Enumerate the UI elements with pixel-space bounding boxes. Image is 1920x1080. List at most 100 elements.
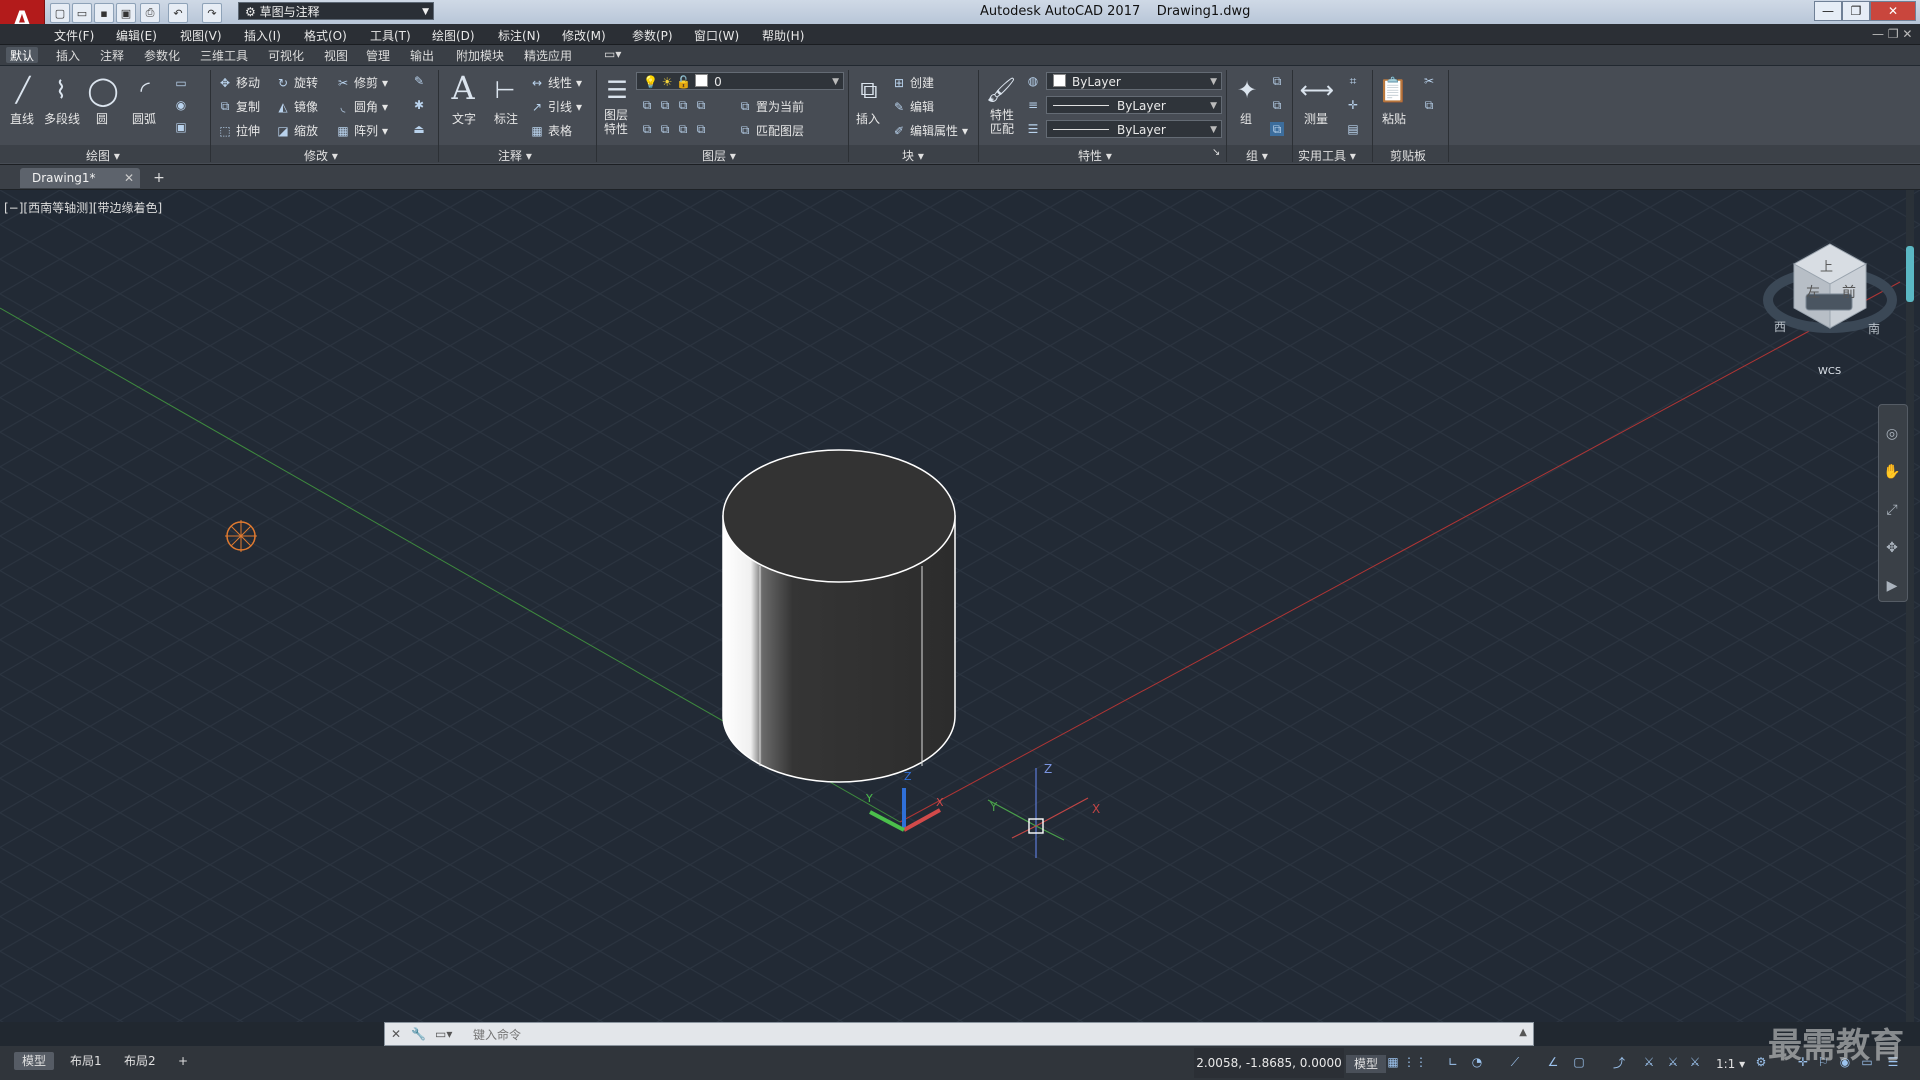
polar-icon[interactable]: ◔ (1468, 1053, 1486, 1071)
table-button[interactable]: ▦ 表格 (530, 122, 572, 139)
linetype-dropdown[interactable]: ByLayer ▼ (1046, 96, 1222, 114)
properties-launcher-icon[interactable]: ↘ (1212, 147, 1220, 158)
menu-view[interactable]: 视图(V) (180, 27, 222, 44)
region-icon[interactable]: ▣ (174, 120, 188, 134)
save-as-icon[interactable]: ▣ (116, 3, 136, 23)
autoscale-icon[interactable]: ⚔ (1664, 1053, 1682, 1071)
group-edit-icon[interactable]: ⧉ (1270, 98, 1284, 112)
polyline-icon[interactable]: ⌇ (42, 70, 80, 110)
menu-window[interactable]: 窗口(W) (694, 27, 739, 44)
group-icon[interactable]: ✦ (1228, 70, 1266, 110)
print-icon[interactable]: ⎙ (140, 3, 160, 23)
menu-modify[interactable]: 修改(M) (562, 27, 606, 44)
rotate-button[interactable]: ↻ 旋转 (276, 74, 318, 91)
layer-properties-icon[interactable]: ☰ (598, 70, 636, 110)
menu-file[interactable]: 文件(F) (54, 27, 94, 44)
redo-icon[interactable]: ↷ (202, 3, 222, 23)
lineweight-dropdown[interactable]: ByLayer ▼ (1046, 120, 1222, 138)
hatch-icon[interactable]: ◉ (174, 98, 188, 112)
tab-home[interactable]: 默认 (6, 47, 39, 63)
match-properties-icon[interactable]: 🖌 (982, 70, 1020, 110)
layer-tool-icons[interactable]: ⧉ ⧉ ⧉ ⧉ (640, 98, 708, 112)
menu-dimension[interactable]: 标注(N) (498, 27, 540, 44)
paste-label[interactable]: 粘贴 (1382, 110, 1406, 127)
create-block-button[interactable]: ⊞ 创建 (892, 74, 934, 91)
vertical-scrollbar[interactable] (1906, 190, 1914, 1022)
properties-panel-title[interactable]: 特性 ▾ (1078, 147, 1112, 164)
orbit-icon[interactable]: ✥ (1882, 538, 1902, 558)
mirror-button[interactable]: ◭ 镜像 (276, 98, 318, 115)
dimension-label[interactable]: 标注 (494, 110, 518, 127)
arc-icon[interactable]: ◜ (126, 70, 164, 110)
tab-visualize[interactable]: 可视化 (264, 47, 308, 63)
group-select-icon[interactable]: ⧉ (1270, 122, 1284, 136)
erase-icon[interactable]: ✎ (412, 74, 426, 88)
snap-icon[interactable]: ⋮⋮ (1403, 1053, 1427, 1071)
dimension-icon[interactable]: ⊢ (486, 70, 524, 110)
viewcube-west-label[interactable]: 西 (1774, 318, 1786, 335)
scrollbar-thumb[interactable] (1906, 246, 1914, 302)
text-icon[interactable]: A (444, 68, 482, 108)
tab-view[interactable]: 视图 (320, 47, 352, 63)
command-input[interactable] (471, 1025, 1505, 1045)
command-line[interactable]: ✕ 🔧 ▭▾ ▲ (384, 1022, 1534, 1046)
layout-tab-2[interactable]: 布局2 (116, 1052, 164, 1070)
arc-label[interactable]: 圆弧 (132, 110, 156, 127)
layer-tool-icons-2[interactable]: ⧉ ⧉ ⧉ ⧉ (640, 122, 708, 136)
edit-attributes-button[interactable]: ✐ 编辑属性 ▾ (892, 122, 968, 139)
tab-annotate[interactable]: 注释 (96, 47, 128, 63)
calculator-icon[interactable]: ▤ (1346, 122, 1360, 136)
paste-icon[interactable]: 📋 (1374, 70, 1412, 110)
tab-parametric[interactable]: 参数化 (140, 47, 184, 63)
copy-button[interactable]: ⧉ 复制 (218, 98, 260, 115)
undo-icon[interactable]: ↶ (168, 3, 188, 23)
new-file-icon[interactable]: ▢ (50, 3, 70, 23)
tab-output[interactable]: 输出 (406, 47, 438, 63)
workspace-dropdown[interactable]: ⚙ 草图与注释 ▼ (238, 2, 434, 20)
circle-label[interactable]: 圆 (96, 110, 108, 127)
trim-button[interactable]: ✂ 修剪 ▾ (336, 74, 388, 91)
circle-icon[interactable]: ◯ (84, 70, 122, 110)
edit-block-button[interactable]: ✎ 编辑 (892, 98, 934, 115)
move-button[interactable]: ✥ 移动 (218, 74, 260, 91)
command-prompt-icon[interactable]: ▭▾ (435, 1027, 452, 1041)
viewcube-south-label[interactable]: 南 (1868, 320, 1880, 337)
viewport-controls-label[interactable]: [−][西南等轴测][带边缘着色] (4, 199, 162, 216)
explode-icon[interactable]: ✱ (412, 98, 426, 112)
add-layout-icon[interactable]: + (170, 1052, 196, 1070)
menu-parametric[interactable]: 参数(P) (632, 27, 673, 44)
layers-panel-title[interactable]: 图层 ▾ (702, 147, 736, 164)
close-button[interactable]: ✕ (1870, 1, 1916, 21)
clipboard-panel-title[interactable]: 剪贴板 (1390, 147, 1426, 164)
file-tab-drawing1[interactable]: Drawing1* ✕ (20, 168, 140, 188)
object-snap-tracking-icon[interactable]: ∠ (1544, 1053, 1562, 1071)
tab-manage[interactable]: 管理 (362, 47, 394, 63)
point-icon[interactable]: ✛ (1346, 98, 1360, 112)
line-label[interactable]: 直线 (10, 110, 34, 127)
color-wheel-icon[interactable]: ◍ (1026, 74, 1040, 88)
groups-panel-title[interactable]: 组 ▾ (1246, 147, 1268, 164)
menu-insert[interactable]: 插入(I) (244, 27, 281, 44)
offset-icon[interactable]: ⏏ (412, 122, 426, 136)
cut-icon[interactable]: ✂ (1422, 74, 1436, 88)
drawing-viewport[interactable] (0, 190, 1920, 1022)
measure-icon[interactable]: ⟷ (1298, 70, 1336, 110)
steering-wheel-icon[interactable]: ◎ (1882, 424, 1902, 444)
open-file-icon[interactable]: ▭ (72, 3, 92, 23)
quick-calc-icon[interactable]: ⌗ (1346, 74, 1360, 88)
linetype-icon[interactable]: ≡ (1026, 98, 1040, 112)
cylinder[interactable] (722, 449, 956, 783)
close-command-icon[interactable]: ✕ (391, 1027, 401, 1041)
fillet-button[interactable]: ◟ 圆角 ▾ (336, 98, 388, 115)
annotation-panel-title[interactable]: 注释 ▾ (498, 147, 532, 164)
doc-window-controls[interactable]: — ❐ ✕ (1872, 27, 1912, 41)
menu-draw[interactable]: 绘图(D) (432, 27, 475, 44)
draw-panel-title[interactable]: 绘图 ▾ (86, 147, 120, 164)
showmotion-icon[interactable]: ▶ (1882, 576, 1902, 596)
zoom-icon[interactable]: ⤢ (1882, 500, 1902, 520)
set-current-button[interactable]: ⧉ 置为当前 (738, 98, 804, 115)
block-panel-title[interactable]: 块 ▾ (902, 147, 924, 164)
group-label[interactable]: 组 (1240, 110, 1252, 127)
tab-3d-tools[interactable]: 三维工具 (196, 47, 252, 63)
tab-insert[interactable]: 插入 (52, 47, 84, 63)
